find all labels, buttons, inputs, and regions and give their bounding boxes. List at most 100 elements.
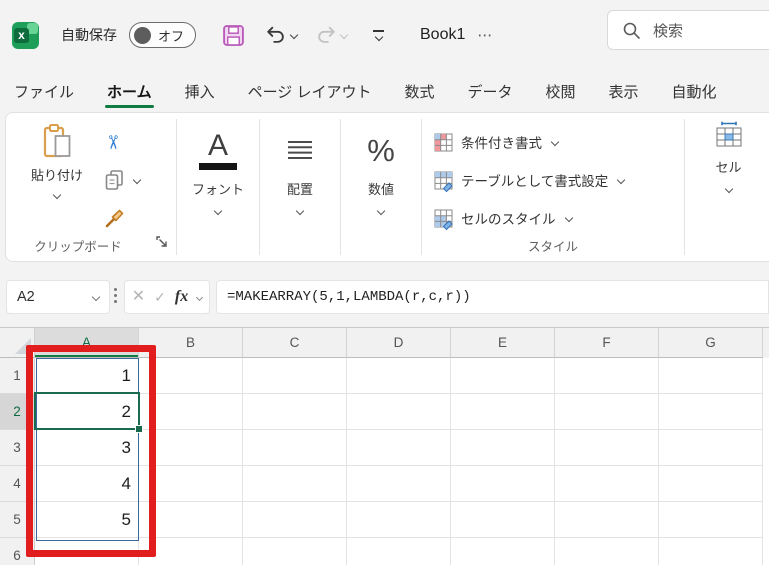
cell-F5[interactable] (555, 502, 659, 538)
row-header-5[interactable]: 5 (0, 502, 35, 538)
cell-G1[interactable] (659, 358, 763, 394)
tab-data[interactable]: データ (465, 72, 514, 111)
cell-C2[interactable] (243, 394, 347, 430)
row-header-6[interactable]: 6 (0, 538, 35, 565)
cell-B4[interactable] (139, 466, 243, 502)
cancel-button[interactable]: ✕ (132, 289, 145, 305)
cell-D3[interactable] (347, 430, 451, 466)
autosave-toggle[interactable]: オフ (129, 22, 196, 48)
column-header-D[interactable]: D (347, 328, 451, 358)
cell-E3[interactable] (451, 430, 555, 466)
cell-E2[interactable] (451, 394, 555, 430)
cell-A3[interactable]: 3 (35, 430, 139, 466)
cell-D6[interactable] (347, 538, 451, 565)
cut-button[interactable]: ✂ (101, 129, 140, 155)
cell-F1[interactable] (555, 358, 659, 394)
column-header-G[interactable]: G (659, 328, 763, 358)
tab-review[interactable]: 校閲 (544, 72, 578, 111)
cell-A2[interactable]: 2 (35, 394, 139, 430)
formula-bar-grip[interactable] (114, 288, 117, 303)
tab-home[interactable]: ホーム (105, 72, 154, 111)
tab-formulas[interactable]: 数式 (402, 72, 436, 111)
alignment-dropdown-icon[interactable] (295, 206, 305, 216)
fx-dropdown-icon[interactable] (196, 293, 204, 301)
cell-A5[interactable]: 5 (35, 502, 139, 538)
cell-G2[interactable] (659, 394, 763, 430)
cell-G3[interactable] (659, 430, 763, 466)
row-header-4[interactable]: 4 (0, 466, 35, 502)
number-dropdown-icon[interactable] (376, 206, 386, 216)
cells-group-button[interactable]: セル (685, 113, 769, 261)
cell-B3[interactable] (139, 430, 243, 466)
title-more-indicator[interactable]: ⋯ (477, 26, 493, 44)
insert-function-button[interactable]: fx (175, 288, 188, 306)
number-group-button[interactable]: % 数値 (341, 113, 421, 261)
search-box[interactable]: 検索 (607, 10, 769, 50)
format-painter-button[interactable] (104, 205, 140, 231)
cell-B2[interactable] (139, 394, 243, 430)
paste-dropdown-icon[interactable] (52, 190, 62, 200)
cell-D2[interactable] (347, 394, 451, 430)
cell-B1[interactable] (139, 358, 243, 394)
column-header-C[interactable]: C (243, 328, 347, 358)
customize-toolbar-button[interactable] (373, 29, 384, 42)
format-as-table-button[interactable]: テーブルとして書式設定 (434, 161, 684, 199)
cell-E6[interactable] (451, 538, 555, 565)
undo-dropdown-icon[interactable] (289, 30, 299, 40)
cell-G5[interactable] (659, 502, 763, 538)
alignment-group-button[interactable]: 配置 (260, 113, 340, 261)
cell-E4[interactable] (451, 466, 555, 502)
name-box-dropdown-icon[interactable] (91, 292, 101, 302)
column-header-A[interactable]: A (35, 328, 139, 358)
tab-view[interactable]: 表示 (607, 72, 641, 111)
cell-A6[interactable] (35, 538, 139, 565)
cell-C5[interactable] (243, 502, 347, 538)
row-header-2[interactable]: 2 (0, 394, 35, 430)
excel-app-icon[interactable]: x (12, 21, 39, 49)
font-group-button[interactable]: A フォント (177, 113, 259, 261)
cell-E1[interactable] (451, 358, 555, 394)
fill-handle[interactable] (135, 425, 143, 433)
cell-F3[interactable] (555, 430, 659, 466)
cell-A4[interactable]: 4 (35, 466, 139, 502)
cell-E5[interactable] (451, 502, 555, 538)
column-header-B[interactable]: B (139, 328, 243, 358)
tab-page-layout[interactable]: ページ レイアウト (246, 72, 374, 111)
formula-input[interactable]: =MAKEARRAY(5,1,LAMBDA(r,c,r)) (216, 280, 769, 314)
cells-dropdown-icon[interactable] (724, 184, 733, 194)
cell-C1[interactable] (243, 358, 347, 394)
column-header-F[interactable]: F (555, 328, 659, 358)
row-header-1[interactable]: 1 (0, 358, 35, 394)
cell-styles-button[interactable]: セルのスタイル (434, 199, 684, 237)
enter-button[interactable]: ✓ (154, 290, 166, 304)
select-all-button[interactable] (0, 328, 35, 358)
cell-F6[interactable] (555, 538, 659, 565)
cell-B6[interactable] (139, 538, 243, 565)
cell-A1[interactable]: 1 (35, 358, 139, 394)
row-header-3[interactable]: 3 (0, 430, 35, 466)
save-button[interactable] (222, 24, 245, 47)
cell-D1[interactable] (347, 358, 451, 394)
name-box[interactable]: A2 (6, 280, 110, 314)
paste-button[interactable]: 貼り付け (22, 123, 92, 200)
undo-button[interactable] (265, 24, 299, 46)
cell-F4[interactable] (555, 466, 659, 502)
cell-F2[interactable] (555, 394, 659, 430)
workbook-title[interactable]: Book1 (420, 26, 465, 44)
copy-dropdown-icon[interactable] (132, 175, 142, 185)
cell-C4[interactable] (243, 466, 347, 502)
tab-insert[interactable]: 挿入 (183, 72, 217, 111)
tab-file[interactable]: ファイル (12, 72, 76, 111)
cell-G4[interactable] (659, 466, 763, 502)
cell-D5[interactable] (347, 502, 451, 538)
cell-G6[interactable] (659, 538, 763, 565)
font-dropdown-icon[interactable] (213, 206, 223, 216)
column-header-E[interactable]: E (451, 328, 555, 358)
copy-button[interactable] (104, 167, 142, 193)
cell-D4[interactable] (347, 466, 451, 502)
tab-automate[interactable]: 自動化 (670, 72, 719, 111)
cell-C6[interactable] (243, 538, 347, 565)
conditional-formatting-button[interactable]: 条件付き書式 (434, 123, 684, 161)
cell-C3[interactable] (243, 430, 347, 466)
cell-B5[interactable] (139, 502, 243, 538)
